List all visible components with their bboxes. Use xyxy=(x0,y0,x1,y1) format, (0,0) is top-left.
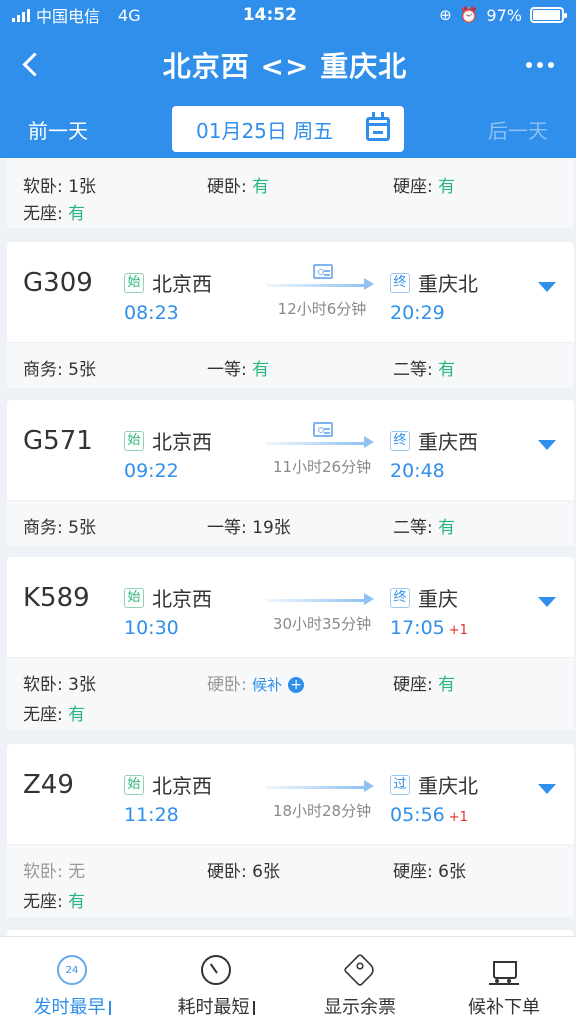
carrier: 中国电信 xyxy=(36,7,101,26)
train-number: G309 xyxy=(23,268,93,298)
chevron-down-icon[interactable] xyxy=(538,282,556,292)
pass-through-tag: 过 xyxy=(390,774,410,795)
rotation-lock-icon: ⊕ xyxy=(439,6,452,24)
arrow-icon xyxy=(266,278,376,290)
seat-info: 商务: 5张 xyxy=(23,360,96,380)
arrow-icon xyxy=(266,593,376,605)
chevron-down-icon[interactable] xyxy=(538,784,556,794)
clock: 14:52 xyxy=(242,5,297,25)
alarm-icon: ⏰ xyxy=(459,6,479,24)
arrival-station: 重庆北 xyxy=(418,774,478,798)
seat-info: 软卧: 无 xyxy=(23,862,86,882)
date-bar: 前一天 01月25日 周五 后一天 xyxy=(0,100,576,158)
back-icon[interactable] xyxy=(18,50,48,80)
battery-icon xyxy=(529,7,567,23)
date-picker[interactable]: 01月25日 周五 xyxy=(172,106,404,152)
seat-info: 一等: 有 xyxy=(207,360,270,380)
seat-info: 一等: 19张 xyxy=(207,518,291,538)
arrow-icon xyxy=(266,436,376,448)
waitlist-order-button[interactable]: 候补下单 xyxy=(432,937,576,1024)
departure-time: 10:30 xyxy=(124,617,179,639)
next-day-button[interactable]: 后一天 xyxy=(488,115,548,144)
seat-info: 无座: 有 xyxy=(23,204,86,224)
seat-info: 硬座: 6张 xyxy=(393,862,466,882)
train-number: Z49 xyxy=(23,770,74,800)
network-type: 4G xyxy=(118,5,141,25)
gauge-icon xyxy=(201,955,231,985)
departure-time: 08:23 xyxy=(124,302,179,324)
train-card[interactable]: G309 始 北京西 08:23 12小时6分钟 终 重庆北 20:29 商务:… xyxy=(7,242,574,388)
origin-tag: 始 xyxy=(124,430,144,451)
departure-station: 北京西 xyxy=(152,774,212,798)
origin-tag: 始 xyxy=(124,272,144,293)
train-card[interactable]: Z49 始 北京西 11:28 18小时28分钟 过 重庆北 05:56 +1 软… xyxy=(7,744,574,917)
title-bar: 北京西 <> 重庆北 xyxy=(0,30,576,100)
ticket-tag-icon xyxy=(343,953,377,987)
arrival-time: 17:05 +1 xyxy=(390,617,468,639)
clock-24-icon: 24 xyxy=(57,955,87,985)
seat-info: 硬座: 有 xyxy=(393,675,456,695)
departure-time: 11:28 xyxy=(124,804,179,826)
id-card-icon xyxy=(313,422,333,437)
waitlist-button[interactable]: 硬卧: 候补 + xyxy=(207,670,305,695)
departure-station: 北京西 xyxy=(152,587,212,611)
duration: 11小时26分钟 xyxy=(272,458,372,476)
train-card[interactable]: G571 始 北京西 09:22 11小时26分钟 终 重庆西 20:48 商务… xyxy=(7,400,574,546)
top-bar: 中国电信 4G 14:52 ⊕ ⏰ 97% 北京西 <> 重庆北 前一天 01月… xyxy=(0,0,576,158)
seat-info: 商务: 5张 xyxy=(23,518,96,538)
train-number: K589 xyxy=(23,583,90,613)
seat-info: 二等: 有 xyxy=(393,518,456,538)
arrival-time: 05:56 +1 xyxy=(390,804,468,826)
next-day-badge: +1 xyxy=(448,810,468,825)
id-card-icon xyxy=(313,264,333,279)
origin-tag: 始 xyxy=(124,587,144,608)
signal-icon xyxy=(12,8,30,22)
seat-info: 二等: 有 xyxy=(393,360,456,380)
sort-shortest-button[interactable]: 耗时最短 xyxy=(144,937,288,1024)
seat-info: 软卧: 3张 xyxy=(23,675,96,695)
duration: 18小时28分钟 xyxy=(272,802,372,820)
departure-time: 09:22 xyxy=(124,460,179,482)
terminal-tag: 终 xyxy=(390,587,410,608)
status-bar: 中国电信 4G 14:52 ⊕ ⏰ 97% xyxy=(0,0,576,30)
departure-station: 北京西 xyxy=(152,430,212,454)
prev-day-button[interactable]: 前一天 xyxy=(28,115,88,144)
seat-info: 软卧: 1张 xyxy=(23,177,96,197)
train-card[interactable]: K589 始 北京西 10:30 30小时35分钟 终 重庆 17:05 +1 软… xyxy=(7,557,574,730)
seat-info: 无座: 有 xyxy=(23,892,86,912)
duration: 12小时6分钟 xyxy=(277,300,367,318)
show-remaining-button[interactable]: 显示余票 xyxy=(288,937,432,1024)
train-number: G571 xyxy=(23,426,93,456)
cart-icon xyxy=(489,955,519,985)
seat-info: 硬卧: 有 xyxy=(207,177,270,197)
sort-earliest-button[interactable]: 24 发时最早 xyxy=(0,937,144,1024)
more-icon[interactable] xyxy=(522,62,558,68)
battery-percent: 97% xyxy=(486,5,522,25)
arrow-icon xyxy=(266,780,376,792)
plus-circle-icon[interactable]: + xyxy=(288,677,305,693)
terminal-tag: 终 xyxy=(390,272,410,293)
date-label: 01月25日 周五 xyxy=(196,118,334,143)
arrival-station: 重庆西 xyxy=(418,430,478,454)
chevron-down-icon[interactable] xyxy=(538,597,556,607)
seat-info: 硬座: 有 xyxy=(393,177,456,197)
page-title: 北京西 <> 重庆北 xyxy=(162,50,408,83)
departure-station: 北京西 xyxy=(152,272,212,296)
seat-info: 无座: 有 xyxy=(23,705,86,725)
duration: 30小时35分钟 xyxy=(272,615,372,633)
terminal-tag: 终 xyxy=(390,430,410,451)
chevron-down-icon[interactable] xyxy=(538,440,556,450)
calendar-icon xyxy=(366,112,390,141)
arrival-station: 重庆 xyxy=(418,587,458,611)
seat-info: 硬卧: 6张 xyxy=(207,862,280,882)
next-day-badge: +1 xyxy=(448,623,468,638)
train-list[interactable]: 软卧: 1张 硬卧: 有 硬座: 有 无座: 有 G309 始 北京西 08:2… xyxy=(0,158,576,936)
train-card-partial[interactable]: 软卧: 1张 硬卧: 有 硬座: 有 无座: 有 xyxy=(7,158,574,228)
bottom-toolbar: 24 发时最早 耗时最短 显示余票 候补下单 xyxy=(0,936,576,1024)
arrival-time: 20:29 xyxy=(390,302,445,324)
arrival-time: 20:48 xyxy=(390,460,445,482)
arrival-station: 重庆北 xyxy=(418,272,478,296)
origin-tag: 始 xyxy=(124,774,144,795)
